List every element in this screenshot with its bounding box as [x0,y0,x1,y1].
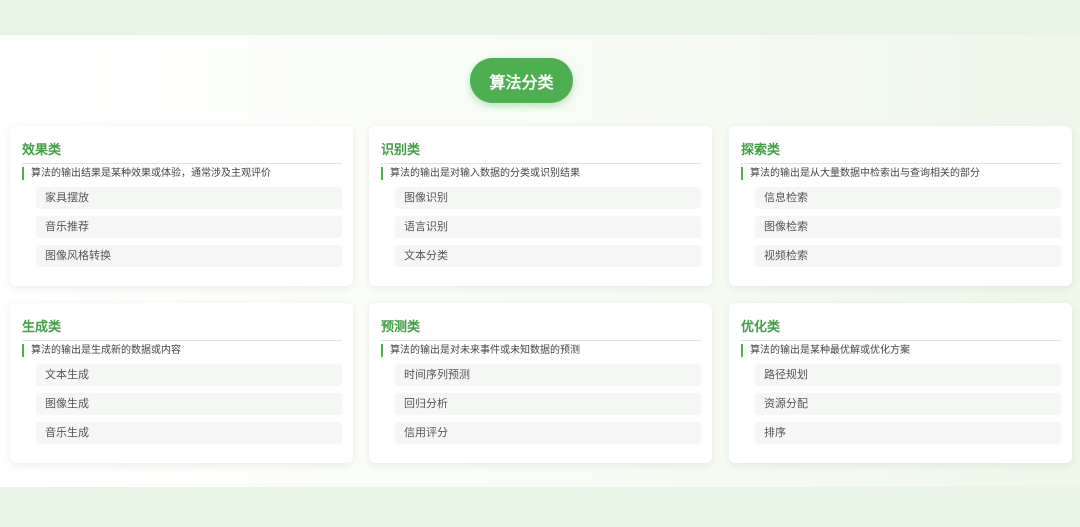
card-description: 算法的输出是某种最优解或优化方案 [741,344,1070,357]
list-item: 语言识别 [395,216,701,238]
category-card-effect: 效果类 算法的输出结果是某种效果或体验，通常涉及主观评价 家具摆放 音乐推荐 图… [10,126,353,286]
list-item: 回归分析 [395,393,701,415]
list-item: 图像生成 [36,393,342,415]
list-item: 路径规划 [755,364,1061,386]
card-description: 算法的输出是对输入数据的分类或识别结果 [381,167,710,180]
list-item: 文本生成 [36,364,342,386]
category-card-generation: 生成类 算法的输出是生成新的数据或内容 文本生成 图像生成 音乐生成 [10,303,353,463]
category-card-prediction: 预测类 算法的输出是对未来事件或未知数据的预测 时间序列预测 回归分析 信用评分 [369,303,712,463]
card-title: 探索类 [741,139,1061,164]
list-item: 信息检索 [755,187,1061,209]
card-description: 算法的输出是从大量数据中检索出与查询相关的部分 [741,167,1070,180]
category-card-recognition: 识别类 算法的输出是对输入数据的分类或识别结果 图像识别 语言识别 文本分类 [369,126,712,286]
list-item: 图像识别 [395,187,701,209]
card-description: 算法的输出是生成新的数据或内容 [22,344,351,357]
card-title: 预测类 [381,316,701,341]
card-title: 效果类 [22,139,342,164]
card-title: 生成类 [22,316,342,341]
list-item: 家具摆放 [36,187,342,209]
list-item: 文本分类 [395,245,701,267]
list-item: 资源分配 [755,393,1061,415]
list-item: 图像检索 [755,216,1061,238]
list-item: 音乐推荐 [36,216,342,238]
card-description: 算法的输出是对未来事件或未知数据的预测 [381,344,710,357]
list-item: 信用评分 [395,422,701,444]
list-item: 视频检索 [755,245,1061,267]
list-item: 图像风格转换 [36,245,342,267]
page-title: 算法分类 [470,58,573,103]
card-title: 识别类 [381,139,701,164]
category-card-optimization: 优化类 算法的输出是某种最优解或优化方案 路径规划 资源分配 排序 [729,303,1072,463]
category-card-search: 探索类 算法的输出是从大量数据中检索出与查询相关的部分 信息检索 图像检索 视频… [729,126,1072,286]
card-title: 优化类 [741,316,1061,341]
list-item: 排序 [755,422,1061,444]
list-item: 音乐生成 [36,422,342,444]
card-description: 算法的输出结果是某种效果或体验，通常涉及主观评价 [22,167,351,180]
list-item: 时间序列预测 [395,364,701,386]
